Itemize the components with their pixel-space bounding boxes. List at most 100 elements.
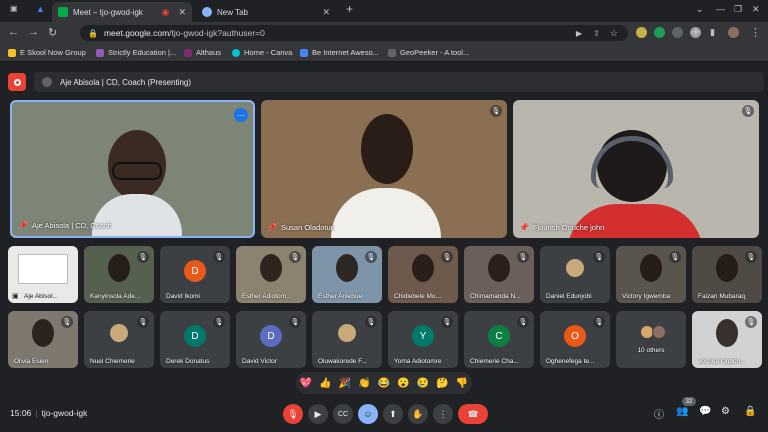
participant-tile[interactable]: 🎙 Chidiebele Mo... <box>388 246 458 303</box>
new-tab-button[interactable]: + <box>346 2 353 16</box>
muted-mic-icon: 🎙 <box>137 251 149 263</box>
pin-icon[interactable]: 📌 <box>519 223 529 232</box>
reaction-emoji[interactable]: 😢 <box>417 378 429 389</box>
bookmark-item[interactable]: E Skool Now Group <box>8 48 86 57</box>
close-tab-icon[interactable]: ✕ <box>322 7 330 18</box>
present-button[interactable]: ⬆ <box>383 404 403 424</box>
participant-tile[interactable]: 🎙 Daniel Edunjobi <box>540 246 610 303</box>
reactions-button[interactable]: ☺ <box>358 404 378 424</box>
back-icon[interactable]: ← <box>8 26 19 38</box>
drive-icon[interactable]: ▲ <box>36 4 45 14</box>
reaction-emoji[interactable]: 🤔 <box>436 378 448 389</box>
address-bar[interactable]: 🔒 meet.google.com/tjo-gwod-igk?authuser=… <box>80 25 628 41</box>
participant-tile[interactable]: 🎙 Olivia Esien <box>8 311 78 368</box>
participant-tile[interactable]: 🎙 Oluwakorede F... <box>312 311 382 368</box>
people-icon[interactable]: 👥 <box>676 406 688 417</box>
camera-icon: ▶ <box>314 408 322 419</box>
participant-tile[interactable]: C 🎙 Chiemerie Cha... <box>464 311 534 368</box>
participant-tile[interactable]: 🎙 Kanyinsola Ade... <box>84 246 154 303</box>
close-tab-icon[interactable]: ✕ <box>178 7 186 18</box>
meeting-details-icon[interactable]: ⓘ <box>654 406 664 421</box>
muted-mic-icon: 🎙 <box>289 251 301 263</box>
activities-icon[interactable]: ⚙ <box>721 406 730 417</box>
raise-hand-button[interactable]: ✋ <box>408 404 428 424</box>
browser-menu-icon[interactable]: ⋮ <box>750 26 761 39</box>
pin-icon[interactable]: 📌 <box>267 223 277 232</box>
bookmark-item[interactable]: Althaus <box>184 48 221 57</box>
pin-icon[interactable]: 📌 <box>18 221 28 230</box>
mic-toggle-button[interactable]: 🎙 <box>283 404 303 424</box>
captions-button[interactable]: CC <box>333 404 353 424</box>
participant-figure <box>412 254 434 282</box>
video-tile-main[interactable]: ⋯ 📌 Aje Abisola | CD, Coach <box>10 100 255 238</box>
participant-figure <box>336 254 358 282</box>
presenting-pill[interactable]: Aje Abisola | CD, Coach (Presenting) <box>34 72 764 92</box>
tab-search-icon[interactable]: ▣ <box>10 4 18 13</box>
forward-icon[interactable]: → <box>28 26 39 38</box>
participant-tile[interactable]: O 🎙 Oghenefega te... <box>540 311 610 368</box>
participant-name: Chimamanda N... <box>470 293 521 300</box>
bookmark-item[interactable]: Home - Canva <box>232 48 292 57</box>
participant-tile[interactable]: 🎙 Victory Igwemba <box>616 246 686 303</box>
muted-mic-icon: 🎙 <box>742 105 754 117</box>
participant-tile[interactable]: 🎙 Faizan Mubaraq <box>692 246 762 303</box>
extension-icon[interactable] <box>672 27 683 38</box>
reaction-emoji[interactable]: 😮 <box>397 378 409 389</box>
site-icon <box>96 48 104 57</box>
video-tile-main[interactable]: 🎙 📌 Susan Oladotun <box>261 100 507 238</box>
camera-in-use-icon[interactable]: ▶ <box>576 29 582 38</box>
reaction-emoji[interactable]: 💖 <box>300 378 312 389</box>
bookmark-item[interactable]: Be Internet Aweso... <box>300 48 379 57</box>
participant-tile[interactable]: D 🎙 David Ikomi <box>160 246 230 303</box>
participant-tile[interactable]: 🎙 Joshua Ogbon... <box>692 311 762 368</box>
minimize-icon[interactable]: — <box>716 4 725 14</box>
participant-figure <box>108 254 130 282</box>
participant-figure <box>640 254 662 282</box>
participant-tile[interactable]: 🎙 Esther Adiotom... <box>236 246 306 303</box>
tab-dropdown-icon[interactable]: ⌄ <box>696 4 704 15</box>
restore-icon[interactable]: ❐ <box>734 4 742 15</box>
more-options-button[interactable]: ⋮ <box>433 404 453 424</box>
extension-icon[interactable] <box>636 27 647 38</box>
share-icon[interactable]: ⇪ <box>593 29 600 38</box>
bookmark-star-icon[interactable]: ☆ <box>610 28 618 39</box>
participant-name: Aje Abisola | CD, Coach <box>32 221 112 230</box>
participant-tile[interactable]: 🎙 Esther Aniebue <box>312 246 382 303</box>
participant-tile[interactable]: D 🎙 David Victor <box>236 311 306 368</box>
participant-tile[interactable]: 🎙 Nuel Chiemerie <box>84 311 154 368</box>
bookmark-item[interactable]: GeoPeeker - A tool... <box>388 48 469 57</box>
chat-icon[interactable]: 💬 <box>699 406 711 417</box>
reaction-emoji[interactable]: 👏 <box>358 378 370 389</box>
video-tile-main[interactable]: 🎙 📌 Flourish Oguche john <box>513 100 759 238</box>
participant-name: Nuel Chiemerie <box>90 358 135 365</box>
camera-toggle-button[interactable]: ▶ <box>308 404 328 424</box>
participant-shirt <box>92 194 182 236</box>
host-controls-icon[interactable]: 🔒 <box>744 406 756 417</box>
reaction-emoji[interactable]: 👍 <box>319 378 331 389</box>
participant-tile[interactable]: 🎙 Chimamanda N... <box>464 246 534 303</box>
reaction-emoji[interactable]: 🎉 <box>339 378 351 389</box>
participant-tile[interactable]: Y 🎙 Yoma Adiotomre <box>388 311 458 368</box>
close-window-icon[interactable]: ✕ <box>752 4 760 15</box>
participant-name: Olivia Esien <box>14 358 49 365</box>
more-options-icon[interactable]: ⋯ <box>234 108 248 122</box>
shared-screen-thumbnail <box>18 254 68 284</box>
grammarly-icon[interactable] <box>654 27 665 38</box>
tab-meet[interactable]: Meet – tjo-gwod-igk ◉ ✕ <box>52 2 192 22</box>
reload-icon[interactable]: ↻ <box>48 26 57 39</box>
meeting-time: 15:06 <box>10 408 32 418</box>
participant-name: Susan Oladotun <box>281 223 335 232</box>
participant-name: Joshua Ogbon... <box>698 358 746 365</box>
profile-avatar[interactable] <box>728 27 739 38</box>
participant-tile[interactable]: ▣ Aje Abisol... <box>8 246 78 303</box>
tab-new-tab[interactable]: New Tab ✕ <box>196 2 336 22</box>
extensions-puzzle-icon[interactable]: ✚ <box>692 27 700 38</box>
reaction-emoji[interactable]: 😂 <box>378 378 390 389</box>
side-panel-icon[interactable]: ▮ <box>710 27 715 38</box>
reaction-emoji[interactable]: 👎 <box>456 378 468 389</box>
participant-tile[interactable]: 10 others <box>616 311 686 368</box>
participant-tile[interactable]: D 🎙 Derek Donatus <box>160 311 230 368</box>
leave-call-button[interactable]: ☎ <box>458 404 488 424</box>
tab-label: New Tab <box>217 7 248 17</box>
bookmark-item[interactable]: Strictly Education |... <box>96 48 176 57</box>
